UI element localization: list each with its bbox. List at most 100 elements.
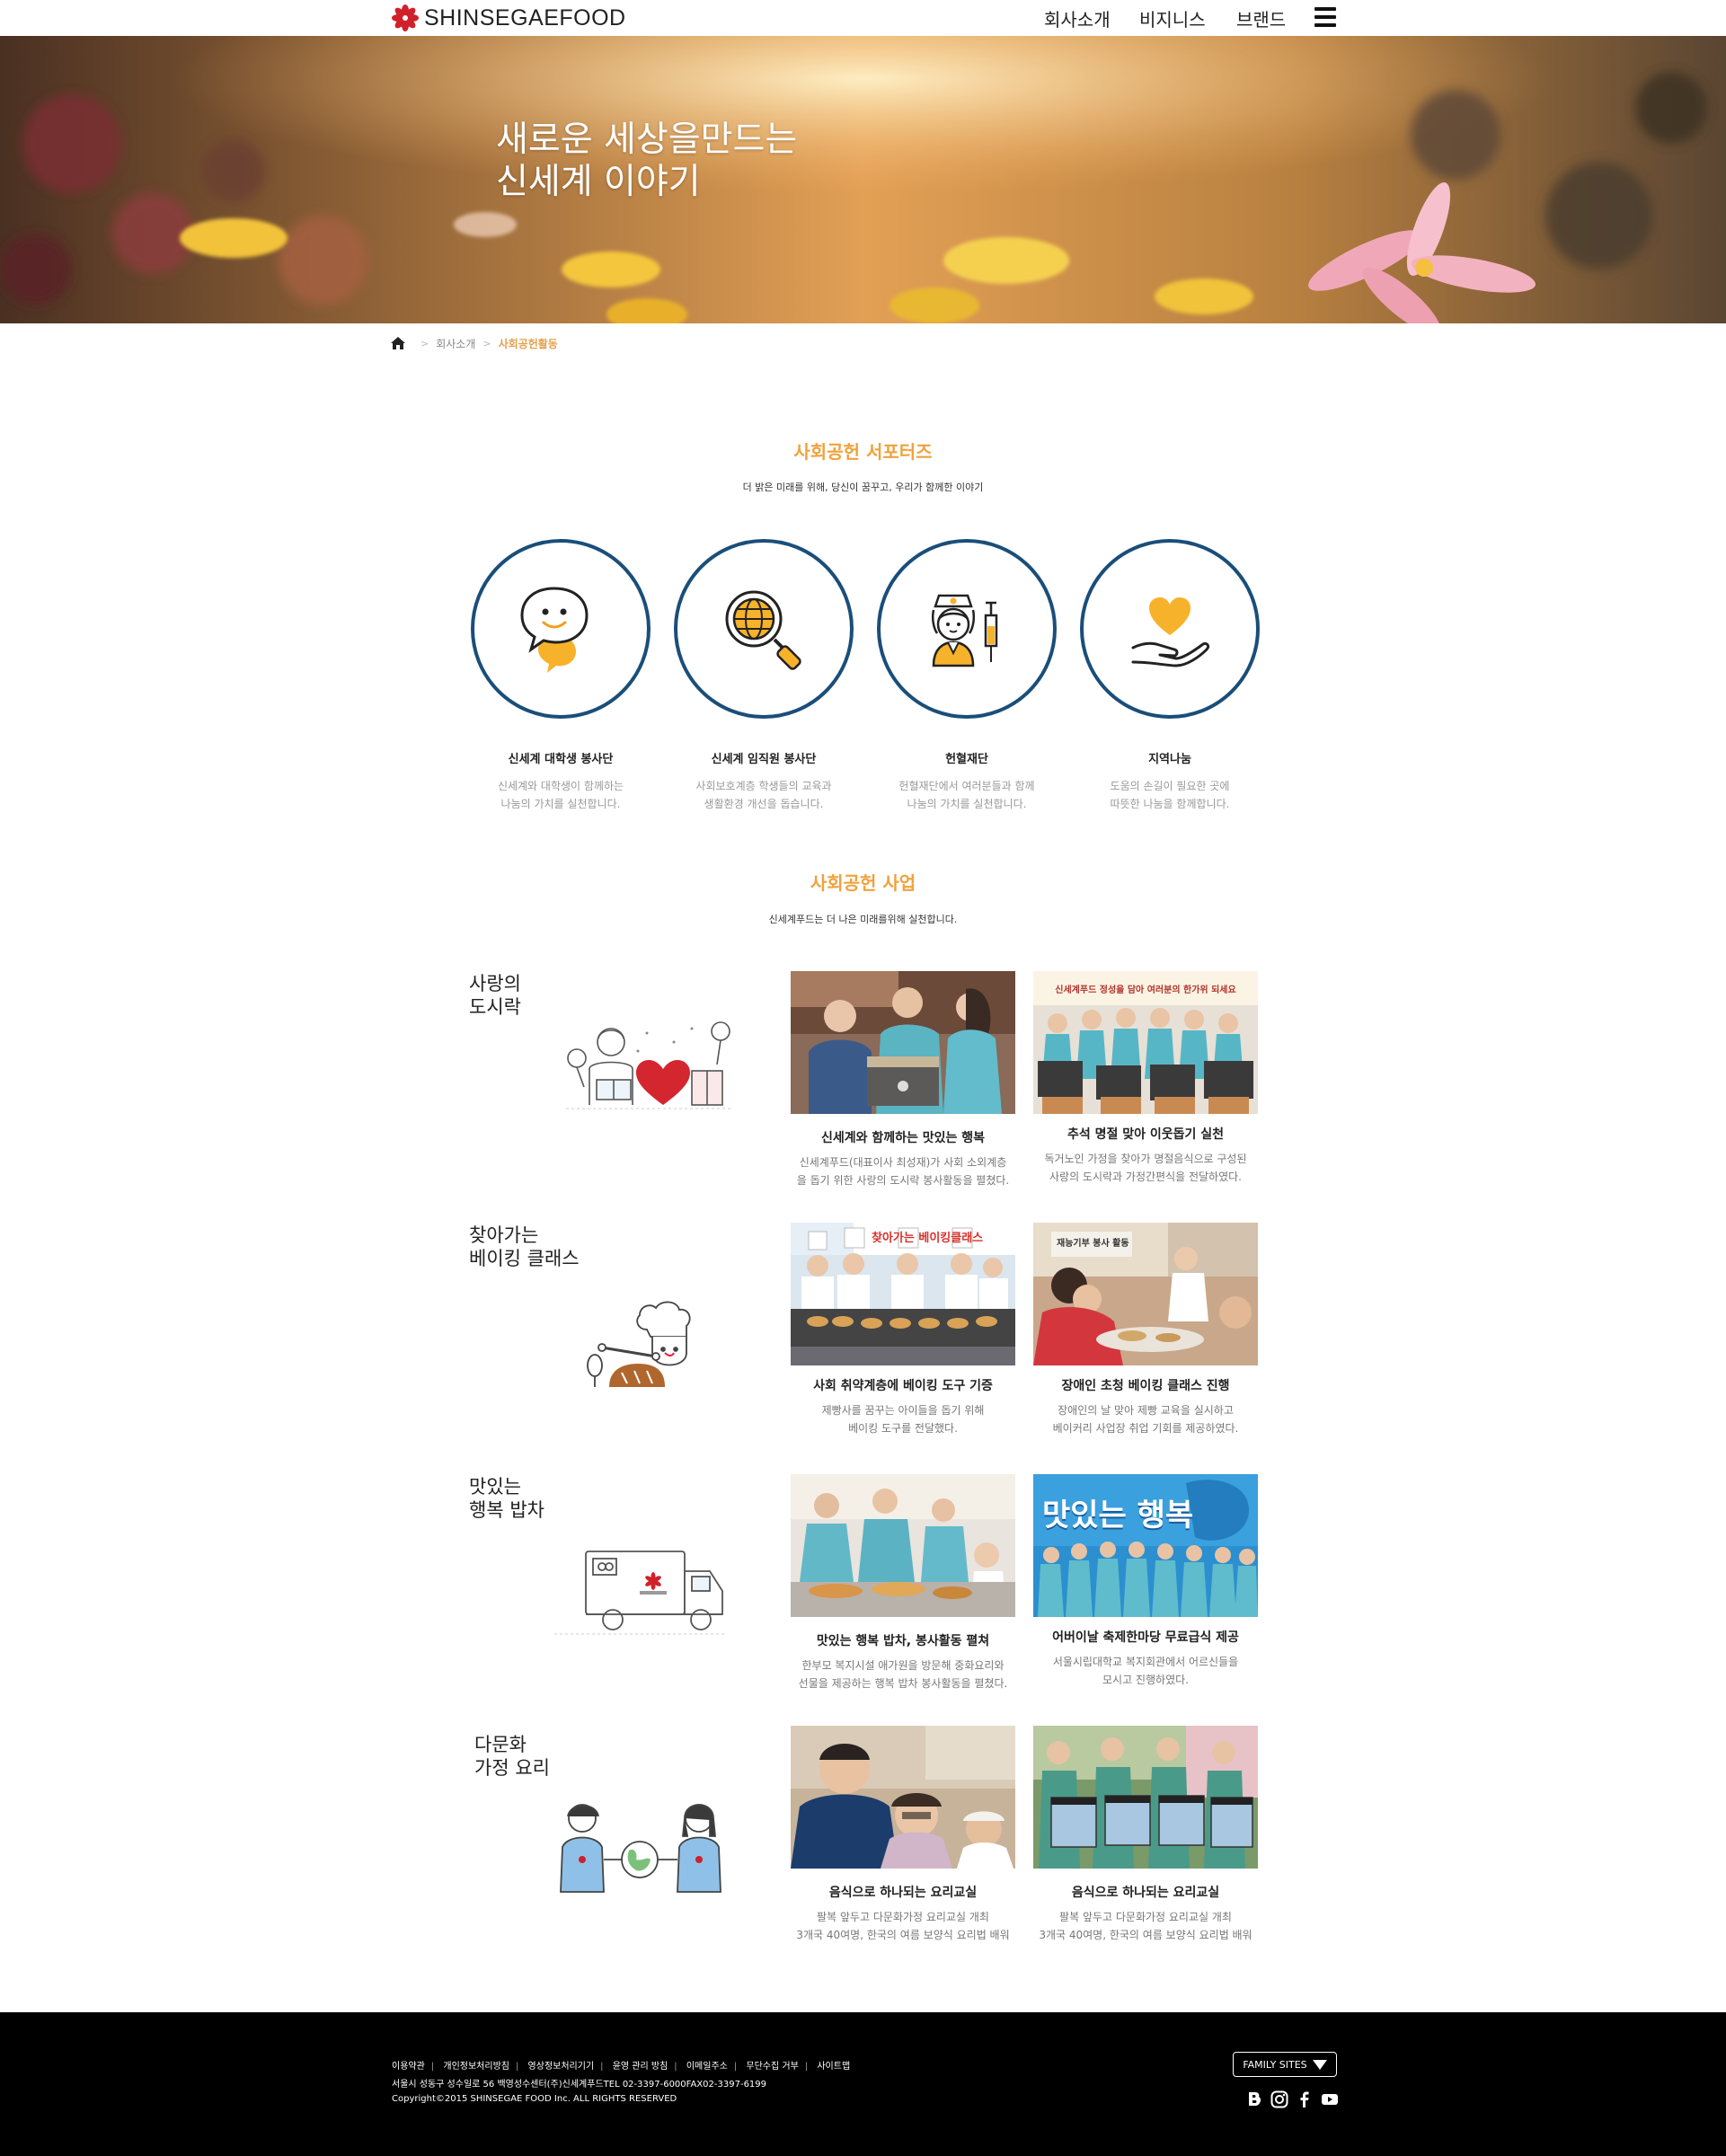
- card-title: 장애인 초청 베이킹 클래스 진행: [1061, 1379, 1230, 1393]
- business-card[interactable]: 신세계푸드 정성을 담아 여러분의 한가위 되세요 추석 명절 맞아 이웃돕기 …: [1033, 971, 1258, 1186]
- card-desc: 서울시립대학교 복지회관에서 어르신들을 모시고 진행하였다.: [1033, 1653, 1258, 1689]
- supporter-title: 신세계 임직원 봉사단: [711, 753, 817, 766]
- business-card[interactable]: 찾아가는 베이킹클래스 사회 취약계층에 베이킹 도구 기증 제빵사를 꿈꾸는 …: [791, 1223, 1015, 1437]
- supporter-item[interactable]: 신세계 임직원 봉사단 사회보호계층 학생들의 교육과 생활환경 개선을 돕습니…: [662, 539, 865, 813]
- card-desc-line: 베이커리 사업장 취업 기회를 제공하였다.: [1052, 1422, 1239, 1435]
- business-card[interactable]: 맛있는 행복 밥차, 봉사활동 펼쳐 한부모 복지시설 애가원을 방문해 중화요…: [791, 1474, 1015, 1692]
- supporter-item[interactable]: 지역나눔 도움의 손길이 필요한 곳에 따뜻한 나눔을 함께합니다.: [1068, 539, 1271, 813]
- supporter-circle[interactable]: [1080, 539, 1260, 719]
- instagram-icon[interactable]: [1270, 2090, 1289, 2109]
- footer-link-email[interactable]: 이메일주소: [686, 2062, 728, 2072]
- breadcrumb-separator-icon: >: [482, 337, 491, 349]
- card-desc-line: 베이킹 도구를 전달했다.: [848, 1422, 958, 1435]
- nav-company[interactable]: 회사소개: [1044, 5, 1111, 31]
- logo-text: SHINSEGAEFOOD: [424, 4, 626, 31]
- business-card[interactable]: 맛있는 행복 어버이날 축제한마당 무료급식 제공 서울시립대학교 복지회관에서…: [1033, 1474, 1258, 1689]
- nav-business[interactable]: 비지니스: [1139, 5, 1206, 31]
- card-title: 어버이날 축제한마당 무료급식 제공: [1052, 1630, 1239, 1645]
- breadcrumb-company[interactable]: 회사소개: [436, 336, 475, 351]
- card-desc-line: 선물을 제공하는 행복 밥차 봉사활동을 펼쳤다.: [798, 1677, 1008, 1690]
- footer-link-cctv[interactable]: 영상정보처리기기: [528, 2062, 595, 2072]
- hero-title-line1: 새로운 세상을만드는: [496, 119, 798, 160]
- card-desc-line: 팔복 앞두고 다문화가정 요리교실 개최: [1059, 1911, 1232, 1923]
- photo-food-truck-service: [791, 1474, 1015, 1617]
- business-title: 사회공헌 사업: [810, 872, 916, 894]
- business-card[interactable]: 음식으로 하나되는 요리교실 팔복 앞두고 다문화가정 요리교실 개최 3개국 …: [791, 1726, 1015, 1944]
- photo-banner-text: 신세계푸드 정성을 담아 여러분의 한가위 되세요: [1055, 985, 1236, 995]
- site-header: SHINSEGAEFOOD 회사소개 비지니스 브랜드: [0, 0, 1726, 36]
- family-sites-label: FAMILY SITES: [1243, 2058, 1307, 2071]
- card-desc: 한부모 복지시설 애가원을 방문해 중화요리와 선물을 제공하는 행복 밥차 봉…: [791, 1657, 1015, 1692]
- business-subtitle: 신세계푸드는 더 나은 미래를위해 실천합니다.: [768, 914, 958, 925]
- supporter-desc-line: 사회보호계층 학생들의 교육과: [695, 780, 832, 792]
- photo-cooking-class-group: [1033, 1726, 1258, 1869]
- photo-baking-class: 재능기부 봉사 활동: [1033, 1223, 1258, 1365]
- breadcrumb-separator-icon: >: [420, 337, 429, 349]
- supporter-desc-line: 나눔의 가치를 실천합니다.: [907, 798, 1027, 810]
- footer-link-terms[interactable]: 이용약관: [392, 2062, 425, 2072]
- breadcrumb: > 회사소개 > 사회공헌활동: [390, 334, 558, 352]
- supporter-desc-line: 따뜻한 나눔을 함께합니다.: [1110, 798, 1230, 810]
- family-sites-dropdown[interactable]: FAMILY SITES: [1233, 2052, 1337, 2077]
- card-desc-line: 을 돕기 위한 사랑의 도시락 봉사활동을 펼쳤다.: [796, 1174, 1010, 1187]
- card-title: 음식으로 하나되는 요리교실: [1071, 1886, 1220, 1900]
- footer-address: 서울시 성동구 성수일로 56 백영성수센터(주)신세계푸드TEL 02-339…: [392, 2080, 767, 2090]
- supporter-desc: 헌혈재단에서 여러분들과 함께 나눔의 가치를 실천합니다.: [865, 777, 1068, 813]
- card-desc-line: 독거노인 가정을 찾아가 명절음식으로 구성된: [1044, 1153, 1247, 1165]
- lunchbox-heart-icon: [566, 1021, 732, 1109]
- card-title: 추석 명절 맞아 이웃돕기 실천: [1067, 1127, 1225, 1142]
- youtube-icon[interactable]: [1320, 2090, 1340, 2109]
- hero-banner: 새로운 세상을만드는 신세계 이야기: [0, 36, 1726, 323]
- business-row-title-line: 사랑의: [469, 973, 521, 994]
- footer-links: 이용약관 | 개인정보처리방침 | 영상정보처리기기 | 윤영 관리 방침 | 이메일주…: [392, 2062, 851, 2072]
- home-icon[interactable]: [390, 336, 406, 350]
- supporter-item[interactable]: 헌혈재단 헌혈재단에서 여러분들과 함께 나눔의 가치를 실천합니다.: [865, 539, 1068, 813]
- supporter-desc: 도움의 손길이 필요한 곳에 따뜻한 나눔을 함께합니다.: [1068, 777, 1271, 813]
- multicultural-family-icon: [560, 1804, 721, 1893]
- photo-parents-day-meal: 맛있는 행복: [1033, 1474, 1258, 1617]
- chat-bubbles-icon: [520, 587, 589, 673]
- supporter-item[interactable]: 신세계 대학생 봉사단 신세계와 대학생이 함께하는 나눔의 가치를 실천합니다…: [459, 539, 662, 813]
- business-row-title-line: 맛있는: [469, 1476, 521, 1498]
- supporter-desc-line: 생활환경 개선을 돕습니다.: [704, 798, 824, 810]
- card-desc-line: 장애인의 날 맞아 제빵 교육을 실시하고: [1058, 1404, 1234, 1417]
- food-truck-icon: [554, 1551, 725, 1635]
- card-desc-line: 제빵사를 꿈꾸는 아이들을 돕기 위해: [821, 1404, 985, 1417]
- logo-flower-icon: [392, 4, 419, 31]
- business-row-title: 다문화 가정 요리: [474, 1733, 550, 1780]
- business-row-title-line: 다문화: [474, 1734, 527, 1755]
- logo[interactable]: SHINSEGAEFOOD: [392, 4, 626, 31]
- supporter-desc-line: 헌혈재단에서 여러분들과 함께: [898, 780, 1035, 792]
- footer-link-sitemap[interactable]: 사이트맵: [817, 2062, 850, 2072]
- breadcrumb-current[interactable]: 사회공헌활동: [499, 336, 558, 351]
- business-card[interactable]: 음식으로 하나되는 요리교실 팔복 앞두고 다문화가정 요리교실 개최 3개국 …: [1033, 1726, 1258, 1944]
- supporter-circle[interactable]: [877, 539, 1057, 719]
- business-row-title-line: 베이킹 클래스: [469, 1248, 580, 1269]
- footer-link-no-collect[interactable]: 무단수집 거부: [746, 2062, 798, 2072]
- business-card[interactable]: 재능기부 봉사 활동 장애인 초청 베이킹 클래스 진행 장애인의 날 맞아 제…: [1033, 1223, 1258, 1437]
- photo-lunchbox-delivery: [791, 971, 1015, 1114]
- nav-brand[interactable]: 브랜드: [1236, 5, 1286, 31]
- card-desc-line: 모시고 진행하였다.: [1102, 1674, 1189, 1686]
- card-desc: 제빵사를 꿈꾸는 아이들을 돕기 위해 베이킹 도구를 전달했다.: [791, 1401, 1015, 1437]
- photo-banner-text: 맛있는 행복: [1042, 1498, 1194, 1533]
- footer-link-privacy[interactable]: 개인정보처리방침: [443, 2062, 509, 2072]
- supporter-circle[interactable]: [471, 539, 651, 719]
- facebook-icon[interactable]: [1295, 2090, 1314, 2109]
- card-desc: 신세계푸드(대표이사 최성재)가 사회 소외계층 을 돕기 위한 사랑의 도시락…: [791, 1153, 1015, 1189]
- card-desc-line: 3개국 40여명, 한국의 여름 보양식 요리법 배워: [796, 1929, 1010, 1941]
- nurse-syringe-icon: [931, 594, 998, 667]
- card-title: 사회 취약계층에 베이킹 도구 기증: [813, 1379, 993, 1393]
- triangle-down-icon: [1312, 2059, 1327, 2070]
- business-card[interactable]: 신세계와 함께하는 맛있는 행복 신세계푸드(대표이사 최성재)가 사회 소외계…: [791, 971, 1015, 1189]
- business-row-title-line: 도시락: [469, 996, 521, 1018]
- blog-icon[interactable]: [1244, 2090, 1264, 2109]
- business-row-title-line: 가정 요리: [474, 1757, 550, 1779]
- footer-link-policy[interactable]: 윤영 관리 방침: [613, 2062, 668, 2072]
- card-desc-line: 서울시립대학교 복지회관에서 어르신들을: [1052, 1656, 1239, 1668]
- business-row-title-line: 행복 밥차: [469, 1499, 544, 1521]
- hamburger-menu-icon[interactable]: [1314, 7, 1336, 27]
- photo-cooking-class: [791, 1726, 1015, 1869]
- card-title: 맛있는 행복 밥차, 봉사활동 펼쳐: [816, 1634, 990, 1648]
- supporter-circle[interactable]: [674, 539, 854, 719]
